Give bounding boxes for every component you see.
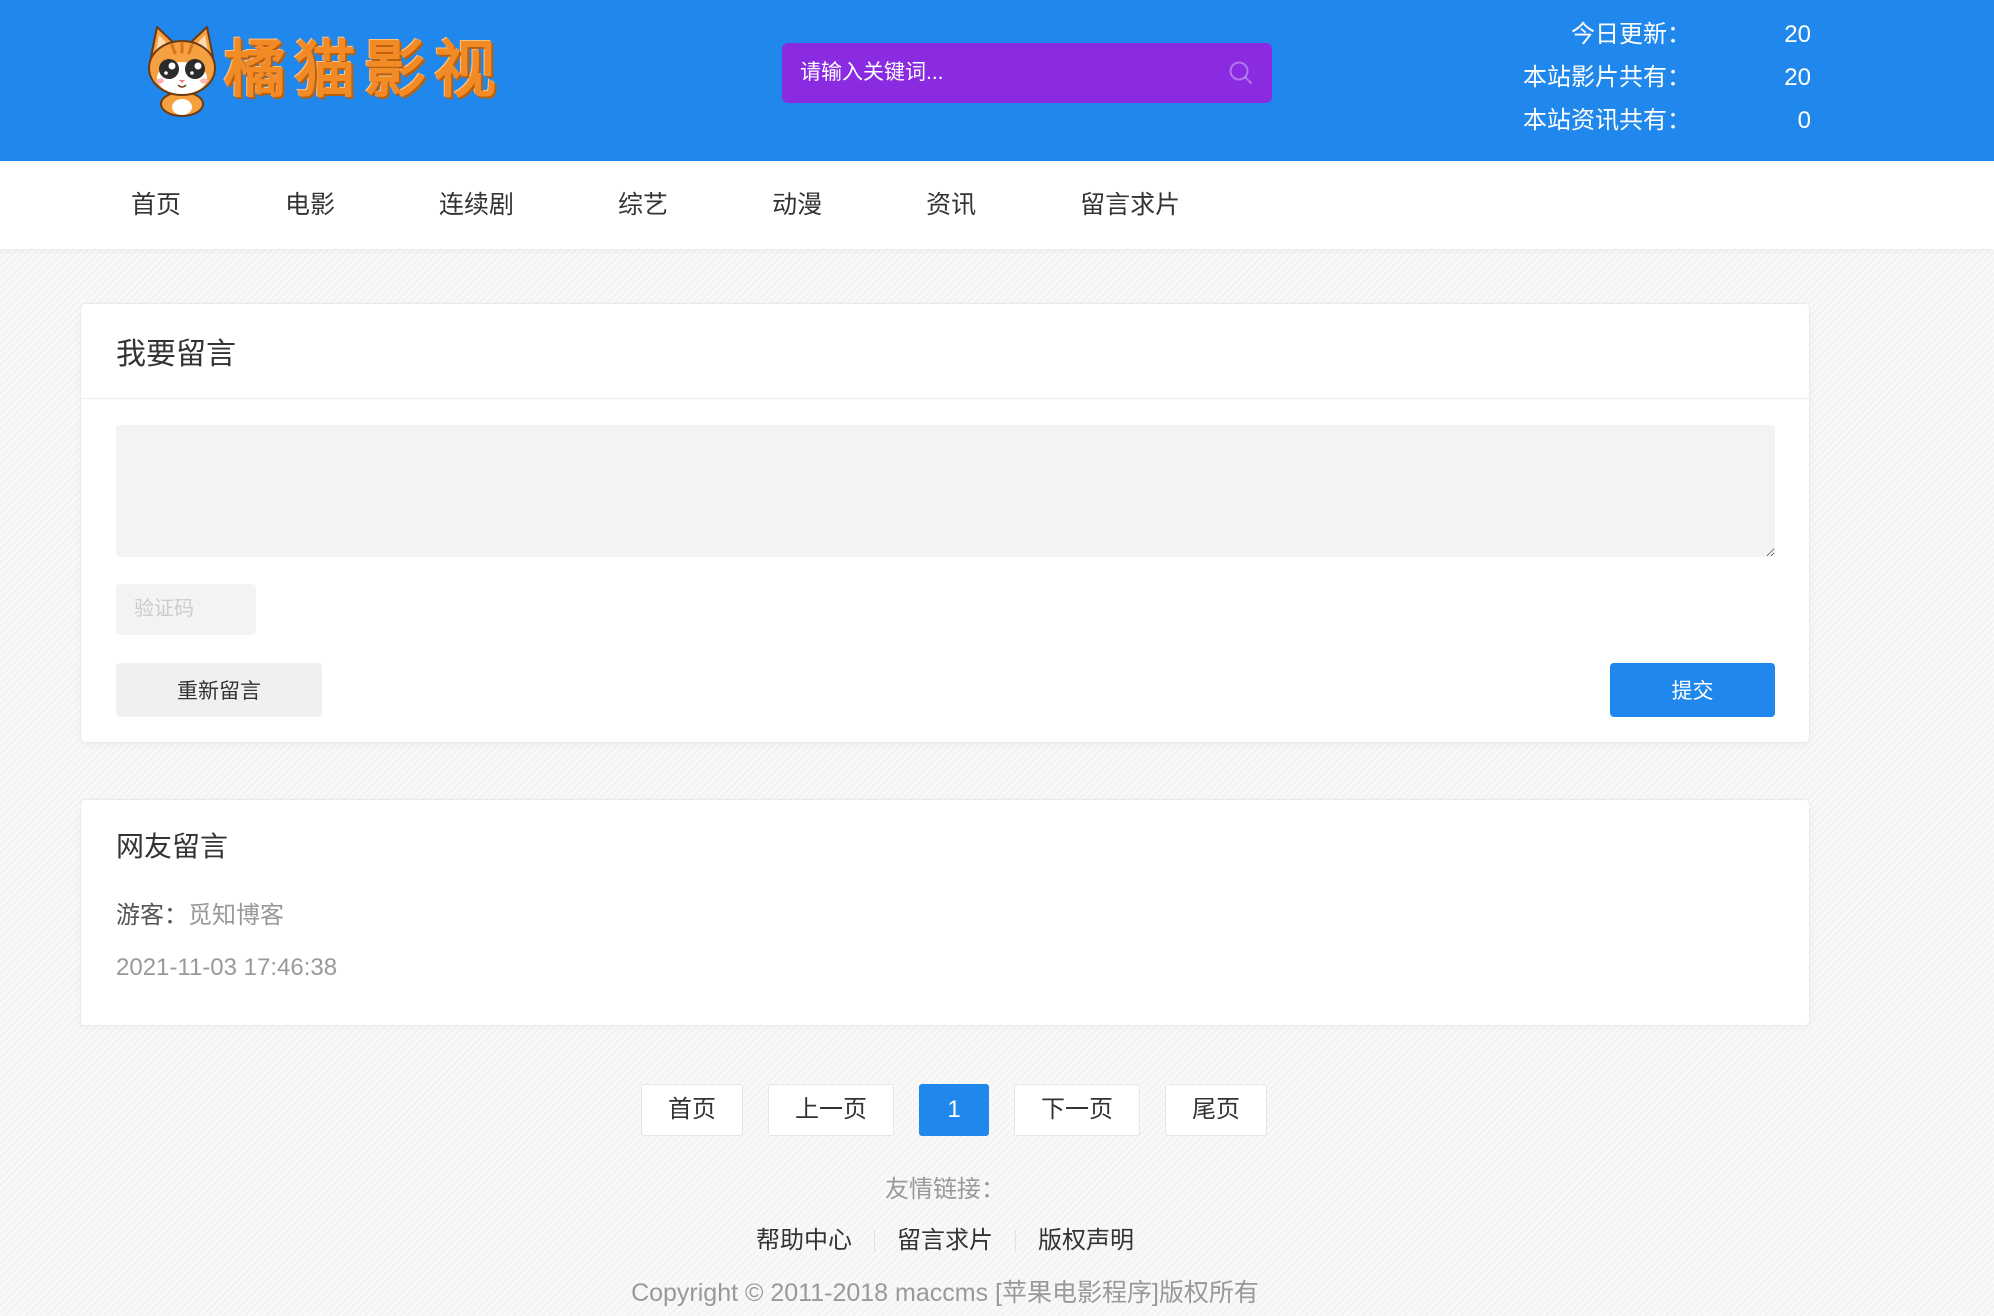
stat-label: 本站影片共有： [1523, 64, 1691, 91]
submit-button[interactable]: 提交 [1610, 663, 1775, 717]
stat-label: 今日更新： [1571, 21, 1691, 48]
message-form-card: 我要留言 重新留言 提交 [80, 303, 1810, 743]
stat-value: 20 [1784, 21, 1811, 48]
footer-link-copyright[interactable]: 版权声明 [1016, 1221, 1156, 1261]
pagination: 首页 上一页 1 下一页 尾页 [80, 1084, 1810, 1136]
logo-text: 橘猫影视 [224, 33, 505, 106]
nav-item-movies[interactable]: 电影 [285, 161, 335, 249]
stat-label: 本站资讯共有： [1523, 107, 1691, 134]
message-author-name: 觅知博客 [188, 902, 284, 929]
message-form-title: 我要留言 [116, 338, 236, 371]
nav-item-variety[interactable]: 综艺 [618, 161, 668, 249]
search-input[interactable] [782, 43, 1222, 103]
search-icon[interactable] [1228, 60, 1254, 86]
form-actions: 重新留言 提交 [116, 663, 1775, 717]
stat-total-videos: 本站影片共有： 20 [1523, 56, 1811, 99]
stat-value: 20 [1784, 64, 1811, 91]
message-textarea[interactable] [116, 425, 1775, 557]
page-current-button[interactable]: 1 [919, 1084, 989, 1136]
main-nav: 首页 电影 连续剧 综艺 动漫 资讯 留言求片 [0, 161, 1994, 249]
page-next-button[interactable]: 下一页 [1014, 1084, 1140, 1136]
page-first-button[interactable]: 首页 [641, 1084, 743, 1136]
stat-total-news: 本站资讯共有： 0 [1523, 99, 1811, 142]
page-prev-button[interactable]: 上一页 [768, 1084, 894, 1136]
main-content: 我要留言 重新留言 提交 网友留言 游客：觅知博客 2021-11-03 17:… [80, 303, 1810, 1313]
messages-card: 网友留言 游客：觅知博客 2021-11-03 17:46:38 [80, 799, 1810, 1026]
site-footer: 友情链接： 帮助中心 留言求片 版权声明 Copyright © 2011-20… [80, 1170, 1810, 1313]
nav-item-guestbook[interactable]: 留言求片 [1080, 161, 1180, 249]
messages-title: 网友留言 [116, 831, 229, 862]
nav-item-anime[interactable]: 动漫 [772, 161, 822, 249]
message-form-header: 我要留言 [81, 304, 1809, 399]
stat-value: 0 [1797, 107, 1811, 134]
message-author-label: 游客： [116, 902, 188, 929]
message-timestamp: 2021-11-03 17:46:38 [116, 954, 338, 981]
page-last-button[interactable]: 尾页 [1165, 1084, 1267, 1136]
footer-link-guestbook[interactable]: 留言求片 [875, 1221, 1015, 1261]
captcha-input[interactable] [116, 584, 256, 635]
friend-links-label: 友情链接： [885, 1176, 1005, 1203]
footer-links: 帮助中心 留言求片 版权声明 [80, 1221, 1810, 1261]
site-logo[interactable]: 橘猫影视 [142, 22, 504, 118]
copyright-text: Copyright © 2011-2018 maccms [苹果电影程序]版权所… [631, 1279, 1259, 1307]
reset-button[interactable]: 重新留言 [116, 663, 322, 717]
site-stats: 今日更新： 20 本站影片共有： 20 本站资讯共有： 0 [1523, 13, 1811, 142]
search-box [782, 43, 1272, 103]
nav-item-series[interactable]: 连续剧 [439, 161, 514, 249]
site-header: 橘猫影视 今日更新： 20 本站影片共有： 20 本站资讯共有： 0 [0, 0, 1994, 161]
stat-today-updates: 今日更新： 20 [1523, 13, 1811, 56]
message-form-body: 重新留言 提交 [81, 399, 1809, 742]
nav-item-news[interactable]: 资讯 [926, 161, 976, 249]
logo-cat-icon [148, 26, 216, 117]
message-author: 游客：觅知博客 [116, 898, 1774, 934]
nav-item-home[interactable]: 首页 [131, 161, 181, 249]
footer-link-help[interactable]: 帮助中心 [734, 1221, 874, 1261]
